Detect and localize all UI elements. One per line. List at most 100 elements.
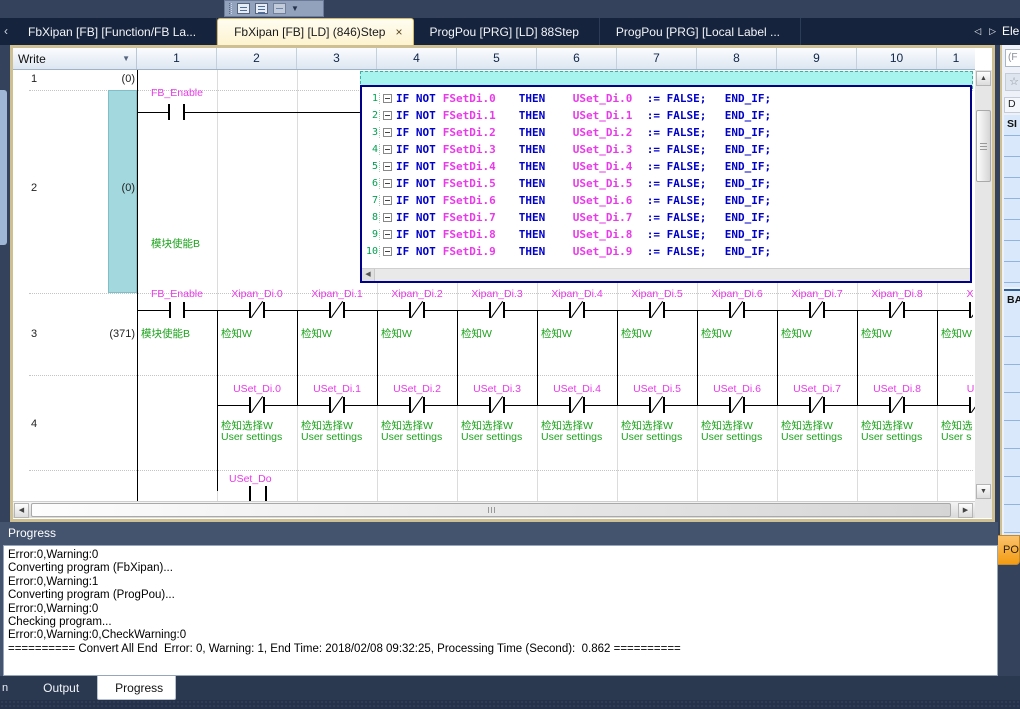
ladder-grid[interactable]: 1 2 3 4 (0) (0) (371) FB_Enable 模块使能B 1 …: [13, 70, 975, 501]
st-horizontal-scrollbar[interactable]: ◀: [362, 268, 970, 281]
contact-symbol[interactable]: [329, 302, 345, 318]
contact-symbol[interactable]: [249, 397, 265, 413]
fold-collapse-icon[interactable]: [383, 162, 392, 171]
bottom-panel-tab[interactable]: Output: [26, 676, 91, 700]
progress-log[interactable]: Error:0,Warning:0 Converting program (Fb…: [3, 545, 998, 676]
ladder-cell[interactable]: USet_Di.1 检知选择W User settings: [297, 375, 377, 470]
contact-device-name[interactable]: Xipan_Di.6: [697, 288, 777, 300]
contact-device-name[interactable]: USet_Di.8: [857, 383, 937, 395]
fold-collapse-icon[interactable]: [383, 145, 392, 154]
contact-symbol[interactable]: [649, 397, 665, 413]
contact-device-name[interactable]: Xipan_Di.7: [777, 288, 857, 300]
st-code-line[interactable]: 9 IF NOT FSetDi.8 THEN USet_Di.8 := FALS…: [362, 226, 970, 243]
contact-device-name[interactable]: Xipan_Di.1: [297, 288, 377, 300]
fold-collapse-icon[interactable]: [383, 111, 392, 120]
contact-symbol[interactable]: [489, 397, 505, 413]
ladder-cell[interactable]: USet_Di.0 检知选择W User settings: [217, 375, 297, 470]
contact-device-name[interactable]: USet_Di.6: [697, 383, 777, 395]
ladder-cell[interactable]: Xipan_Di.4 检知W: [537, 286, 617, 375]
scroll-down-icon[interactable]: ▼: [976, 484, 991, 499]
horizontal-scroll-thumb[interactable]: [31, 503, 951, 517]
contact-symbol[interactable]: [569, 302, 585, 318]
tab-nav-next-icon[interactable]: ▷: [989, 26, 996, 37]
contact-symbol[interactable]: [649, 302, 665, 318]
contact-symbol[interactable]: [249, 302, 265, 318]
contact-device-name[interactable]: USet_Di.0: [217, 383, 297, 395]
display-target-dropdown[interactable]: D: [1004, 97, 1020, 113]
contact-symbol[interactable]: [489, 302, 505, 318]
document-tab[interactable]: FbXipan [FB] [LD] (846)Step ×: [217, 18, 413, 45]
st-code-line[interactable]: 5 IF NOT FSetDi.4 THEN USet_Di.4 := FALS…: [362, 158, 970, 175]
search-input[interactable]: (F: [1005, 49, 1020, 67]
ladder-cell[interactable]: Xipan_Di.6 检知W: [697, 286, 777, 375]
contact-symbol[interactable]: [889, 397, 905, 413]
contact-device-name[interactable]: Xipan_Di.4: [537, 288, 617, 300]
scroll-right-icon[interactable]: ▶: [958, 503, 973, 518]
contact-device-name[interactable]: FB_Enable: [137, 288, 217, 300]
st-code-line[interactable]: 4 IF NOT FSetDi.3 THEN USet_Di.3 := FALS…: [362, 141, 970, 158]
contact-symbol[interactable]: [409, 397, 425, 413]
contact-device-name[interactable]: USet_Di.4: [537, 383, 617, 395]
contact-device-name[interactable]: USet_Di.5: [617, 383, 697, 395]
document-tab[interactable]: ProgPou [PRG] [LD] 88Step: [414, 18, 600, 45]
ladder-cell[interactable]: Xipan_Di.5 检知W: [617, 286, 697, 375]
st-code-line[interactable]: 7 IF NOT FSetDi.6 THEN USet_Di.6 := FALS…: [362, 192, 970, 209]
ladder-cell[interactable]: Xipa 检知W: [937, 286, 973, 375]
ladder-cell[interactable]: Xipan_Di.1 检知W: [297, 286, 377, 375]
contact-device-name[interactable]: USet_Di.3: [457, 383, 537, 395]
st-code-line[interactable]: 2 IF NOT FSetDi.1 THEN USet_Di.1 := FALS…: [362, 107, 970, 124]
contact-symbol[interactable]: [409, 302, 425, 318]
contact-device-name[interactable]: Xipa: [937, 288, 973, 300]
ladder-cell[interactable]: Xipan_Di.3 检知W: [457, 286, 537, 375]
vertical-scroll-thumb[interactable]: [976, 110, 991, 182]
contact-device-name[interactable]: USe: [937, 383, 975, 395]
tab-close-icon[interactable]: ×: [395, 25, 402, 39]
element-list[interactable]: [1004, 309, 1020, 541]
fold-collapse-icon[interactable]: [383, 213, 392, 222]
fold-collapse-icon[interactable]: [383, 247, 392, 256]
toolbar-overflow-icon[interactable]: ▼: [291, 0, 299, 17]
ladder-cell[interactable]: USet_Di.8 检知选择W User settings: [857, 375, 937, 470]
ladder-cell[interactable]: Xipan_Di.2 检知W: [377, 286, 457, 375]
ladder-cell[interactable]: Xipan_Di.8 检知W: [857, 286, 937, 375]
ladder-cell[interactable]: USet_Di.3 检知选择W User settings: [457, 375, 537, 470]
ladder-cell[interactable]: USet_Di.7 检知选择W User settings: [777, 375, 857, 470]
fold-collapse-icon[interactable]: [383, 196, 392, 205]
ladder-cell[interactable]: USet_Di.6 检知选择W User settings: [697, 375, 777, 470]
ladder-cell[interactable]: USet_Di.5 检知选择W User settings: [617, 375, 697, 470]
ladder-cell[interactable]: USet_Di.2 检知选择W User settings: [377, 375, 457, 470]
bottom-panel-tab[interactable]: Progress: [97, 676, 176, 700]
module-monitor-icon[interactable]: [255, 3, 268, 14]
favorite-star-icon[interactable]: ☆: [1005, 73, 1020, 91]
toolbar-drag-handle-icon[interactable]: [229, 3, 232, 14]
contact-symbol[interactable]: [729, 302, 745, 318]
st-code-line[interactable]: 1 IF NOT FSetDi.0 THEN USet_Di.0 := FALS…: [362, 90, 970, 107]
element-list[interactable]: SI: [1004, 115, 1020, 287]
contact-symbol[interactable]: [809, 302, 825, 318]
contact-device-name[interactable]: Xipan_Di.5: [617, 288, 697, 300]
scroll-up-icon[interactable]: ▲: [976, 71, 991, 86]
st-code-line[interactable]: 8 IF NOT FSetDi.7 THEN USet_Di.7 := FALS…: [362, 209, 970, 226]
pou-list-tab[interactable]: PO: [998, 535, 1020, 565]
contact-device-name[interactable]: USet_Di.1: [297, 383, 377, 395]
contact-symbol[interactable]: [889, 302, 905, 318]
collapsed-dock-strip[interactable]: [0, 90, 7, 245]
contact-device-name[interactable]: Xipan_Di.2: [377, 288, 457, 300]
form-window-icon[interactable]: [237, 3, 250, 14]
ladder-cell[interactable]: Xipan_Di.0 检知W: [217, 286, 297, 375]
contact-device-name[interactable]: FB_Enable: [151, 87, 203, 99]
fold-collapse-icon[interactable]: [383, 179, 392, 188]
contact-symbol[interactable]: [169, 302, 185, 318]
tab-nav-prev-icon[interactable]: ◁: [974, 26, 981, 37]
scroll-left-icon[interactable]: ◀: [362, 269, 375, 281]
scroll-left-icon[interactable]: ◀: [14, 503, 29, 518]
mode-dropdown[interactable]: Write ▼: [13, 48, 137, 69]
tab-scroll-left-icon[interactable]: ‹: [0, 18, 12, 45]
contact-device-name[interactable]: USet_Do: [229, 473, 272, 485]
st-code-line[interactable]: 6 IF NOT FSetDi.5 THEN USet_Di.5 := FALS…: [362, 175, 970, 192]
document-tab[interactable]: FbXipan [FB] [Function/FB La...: [12, 18, 217, 45]
fold-collapse-icon[interactable]: [383, 94, 392, 103]
contact-device-name[interactable]: Xipan_Di.3: [457, 288, 537, 300]
st-code-line[interactable]: 10 IF NOT FSetDi.9 THEN USet_Di.9 := FAL…: [362, 243, 970, 260]
horizontal-scrollbar[interactable]: ◀ ▶: [13, 501, 975, 518]
